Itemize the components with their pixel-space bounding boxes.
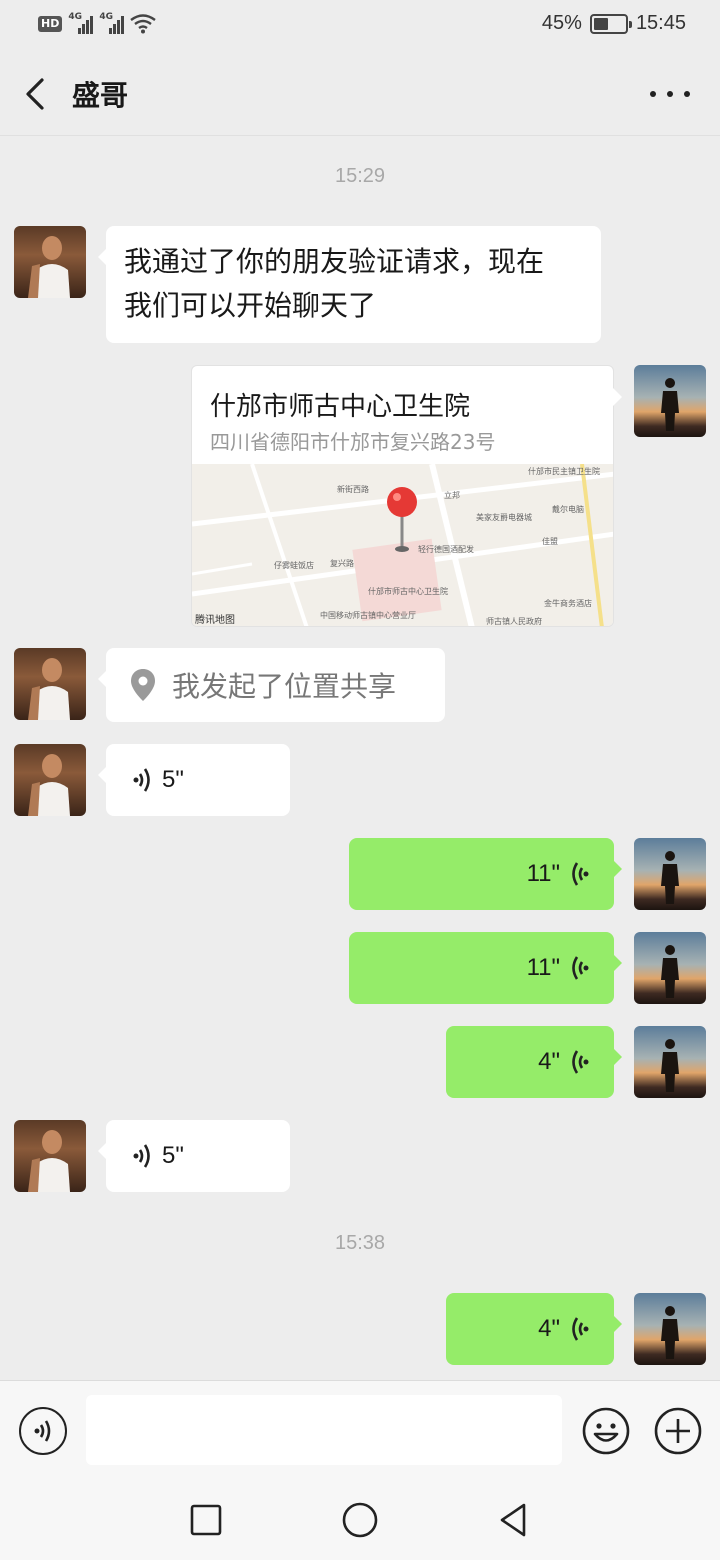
location-pin-icon: [131, 669, 155, 701]
system-back-button[interactable]: [494, 1500, 534, 1540]
person-photo-icon: [28, 754, 70, 816]
message-text-line: 我们可以开始聊天了: [124, 289, 377, 322]
voice-wave-icon: [133, 1144, 150, 1168]
voice-duration: 4": [538, 1315, 560, 1342]
contact-avatar[interactable]: [14, 648, 86, 720]
location-address: 四川省德阳市什邡市复兴路23号: [210, 430, 496, 454]
recents-button[interactable]: [186, 1500, 226, 1540]
contact-avatar[interactable]: [14, 226, 86, 298]
person-photo-icon: [28, 1130, 70, 1192]
voice-message-incoming[interactable]: 5": [98, 744, 290, 816]
chat-title: 盛哥: [72, 79, 129, 112]
chevron-left-icon: [26, 78, 44, 110]
more-dots-icon: [650, 91, 656, 97]
person-silhouette-icon: [661, 1306, 679, 1359]
map-label: 立邦: [444, 491, 460, 500]
battery-percent: 45%: [541, 12, 582, 34]
plus-icon: [654, 1407, 702, 1455]
person-photo-icon: [28, 658, 70, 720]
location-card[interactable]: 什邡市师古中心卫生院 四川省德阳市什邡市复兴路23号 新街西路 复兴路 什邡市民…: [191, 365, 614, 627]
message-bubble-incoming[interactable]: 我通过了你的朋友验证请求，现在 我们可以开始聊天了: [98, 226, 601, 343]
wifi-icon: [130, 14, 157, 34]
location-share-text: 我发起了位置共享: [172, 670, 397, 703]
my-avatar[interactable]: [634, 932, 706, 1004]
map-label: 中国移动师古镇中心营业厅: [320, 611, 416, 620]
timestamp: 15:29: [334, 165, 386, 187]
person-silhouette-icon: [661, 851, 679, 904]
map-label: 金牛商务酒店: [544, 599, 592, 608]
contact-avatar[interactable]: [14, 744, 86, 816]
map-label: 轻行德国酒配发: [418, 545, 474, 554]
my-avatar[interactable]: [634, 838, 706, 910]
voice-message-outgoing[interactable]: 11": [349, 838, 622, 910]
location-map[interactable]: 新街西路 复兴路 什邡市民主镇卫生院 立邦 戴尔电脑 美家友爵电器城 轻行德国酒…: [192, 463, 613, 626]
voice-message-outgoing[interactable]: 11": [349, 932, 622, 1004]
timestamp: 15:38: [334, 1232, 386, 1254]
voice-message-incoming[interactable]: 5": [98, 1120, 290, 1192]
status-bar: HD 4G 4G 45% 15:45: [0, 0, 720, 52]
map-label: 师古镇人民政府: [486, 617, 542, 626]
chat-header: 盛哥: [0, 52, 720, 136]
triangle-back-icon: [500, 1503, 526, 1537]
voice-duration: 5": [162, 766, 184, 793]
my-avatar[interactable]: [634, 365, 706, 437]
map-label: 什邡市师古中心卫生院: [368, 587, 448, 596]
home-button[interactable]: [340, 1500, 380, 1540]
my-avatar[interactable]: [634, 1026, 706, 1098]
person-silhouette-icon: [661, 1039, 679, 1092]
map-pin-icon: [387, 487, 417, 552]
emoji-icon: [582, 1407, 630, 1455]
status-left: HD 4G 4G: [38, 12, 157, 34]
system-nav-bar: [0, 1478, 720, 1560]
voice-wave-icon: [572, 862, 589, 886]
voice-message-outgoing[interactable]: 4": [446, 1293, 622, 1365]
status-right: 45% 15:45: [542, 12, 686, 35]
voice-wave-icon: [572, 1050, 589, 1074]
hd-badge: HD: [38, 16, 63, 32]
map-label: 仔雾蛙饭店: [274, 561, 314, 570]
contact-avatar[interactable]: [14, 1120, 86, 1192]
bubble-tail: [613, 388, 622, 406]
voice-wave-icon: [133, 768, 150, 792]
back-button[interactable]: [20, 72, 64, 116]
voice-duration: 5": [162, 1142, 184, 1169]
clock: 15:45: [635, 12, 686, 34]
my-avatar[interactable]: [634, 1293, 706, 1365]
map-label: 复兴路: [330, 559, 354, 568]
voice-duration: 4": [538, 1048, 560, 1075]
map-label: 佳盟: [542, 537, 558, 546]
person-silhouette-icon: [661, 378, 679, 431]
more-functions-button[interactable]: [654, 1407, 702, 1455]
voice-mode-icon: [34, 1420, 51, 1442]
location-title: 什邡市师古中心卫生院: [210, 392, 471, 422]
more-options-button[interactable]: [650, 80, 690, 108]
message-input[interactable]: [86, 1395, 562, 1465]
signal-sim2-icon: 4G: [99, 12, 125, 34]
voice-mode-button[interactable]: [19, 1407, 67, 1455]
voice-message-outgoing[interactable]: 4": [446, 1026, 622, 1098]
person-photo-icon: [28, 236, 70, 298]
signal-sim1-icon: 4G: [68, 12, 94, 34]
map-label: 什邡市民主镇卫生院: [528, 467, 600, 476]
message-text-line: 我通过了你的朋友验证请求，现在: [124, 245, 545, 278]
battery-fill: [593, 17, 608, 30]
circle-icon: [342, 1502, 378, 1538]
input-bar: [0, 1380, 720, 1478]
voice-duration: 11": [526, 954, 560, 981]
map-label: 美家友爵电器城: [476, 513, 532, 522]
map-label: 新街西路: [337, 485, 369, 494]
map-credit: 腾讯地图: [195, 615, 235, 626]
voice-wave-icon: [572, 956, 589, 980]
emoji-button[interactable]: [582, 1407, 630, 1455]
voice-wave-icon: [572, 1317, 589, 1341]
voice-duration: 11": [526, 860, 560, 887]
square-icon: [190, 1504, 222, 1536]
person-silhouette-icon: [661, 945, 679, 998]
location-share-bubble[interactable]: 我发起了位置共享: [98, 648, 445, 722]
map-label: 戴尔电脑: [552, 505, 584, 514]
battery-icon: [589, 13, 632, 34]
